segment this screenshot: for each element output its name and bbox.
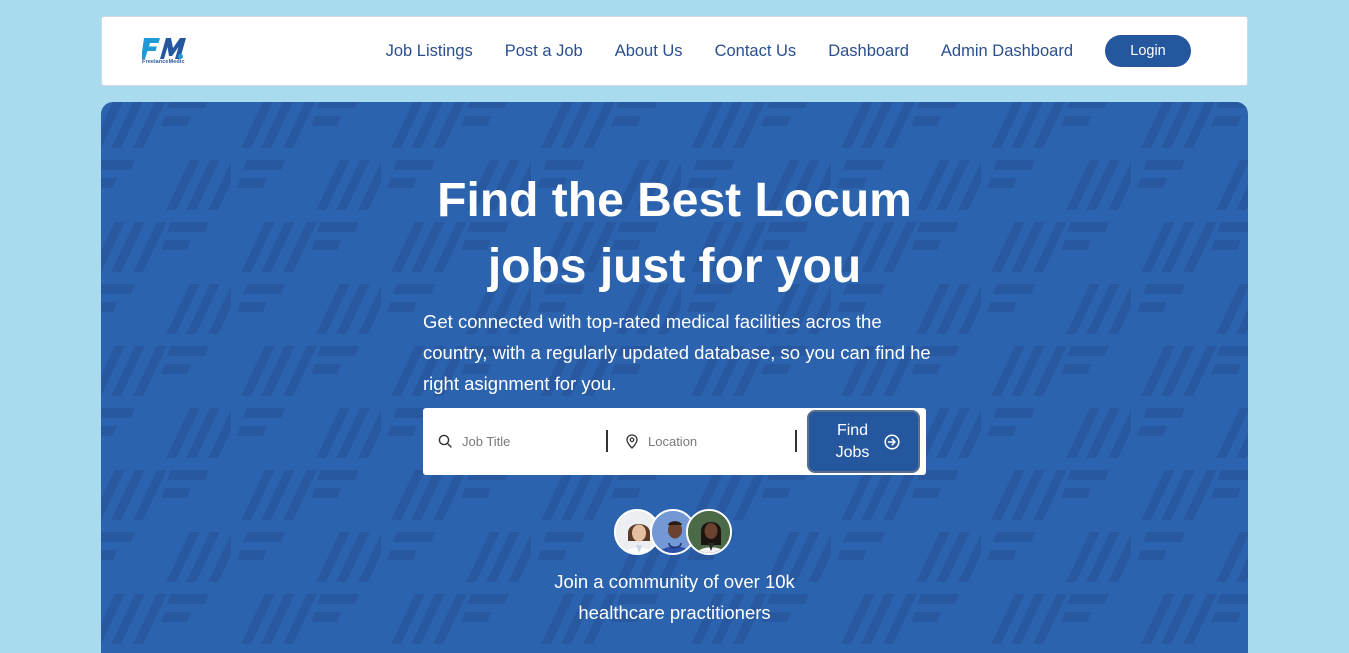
search-divider <box>795 430 797 452</box>
nav-link-post-a-job[interactable]: Post a Job <box>505 35 583 67</box>
avatar <box>686 509 732 555</box>
nav-link-dashboard[interactable]: Dashboard <box>828 35 909 67</box>
community-caption: Join a community of over 10k healthcare … <box>101 566 1248 628</box>
practitioner-avatars <box>614 509 736 557</box>
search-icon <box>438 434 452 448</box>
hero-title-line-1: Find the Best Locum <box>437 174 912 227</box>
hero-title: Find the Best Locum jobs just for you <box>101 168 1248 300</box>
community-line-2: healthcare practitioners <box>578 602 771 623</box>
nav-link-about-us[interactable]: About Us <box>615 35 683 67</box>
logo-mark-icon <box>142 38 186 59</box>
hero-title-line-2: jobs just for you <box>487 240 862 293</box>
nav-links: Job Listings Post a Job About Us Contact… <box>386 35 1191 67</box>
hero-subtitle-line-3: right asignment for you. <box>423 373 617 394</box>
find-jobs-label: Find Jobs <box>835 421 870 461</box>
find-jobs-button[interactable]: Find Jobs <box>807 410 920 473</box>
top-navbar: FreelanceMedic Job Listings Post a Job A… <box>101 16 1248 86</box>
hero-section: Find the Best Locum jobs just for you Ge… <box>101 102 1248 653</box>
nav-link-job-listings[interactable]: Job Listings <box>386 35 473 67</box>
location-input[interactable] <box>648 433 788 449</box>
location-pin-icon <box>626 433 638 449</box>
job-title-input[interactable] <box>462 433 602 449</box>
hero-subtitle-line-1: Get connected with top-rated medical fac… <box>423 311 882 332</box>
job-title-field <box>438 430 606 452</box>
arrow-right-circle-icon <box>883 433 900 450</box>
community-line-1: Join a community of over 10k <box>554 571 795 592</box>
freelancemedic-logo[interactable]: FreelanceMedic <box>142 36 190 68</box>
nav-link-contact-us[interactable]: Contact Us <box>715 35 797 67</box>
job-search-bar: Find Jobs <box>423 408 926 475</box>
search-divider <box>606 430 608 452</box>
doctor-portrait-icon <box>688 511 730 553</box>
logo-wordmark: FreelanceMedic <box>142 59 185 65</box>
nav-link-admin-dashboard[interactable]: Admin Dashboard <box>941 35 1073 67</box>
hero-subtitle: Get connected with top-rated medical fac… <box>423 306 933 399</box>
location-field <box>626 430 794 452</box>
login-button[interactable]: Login <box>1105 35 1191 67</box>
hero-subtitle-line-2: country, with a regularly updated databa… <box>423 342 931 363</box>
